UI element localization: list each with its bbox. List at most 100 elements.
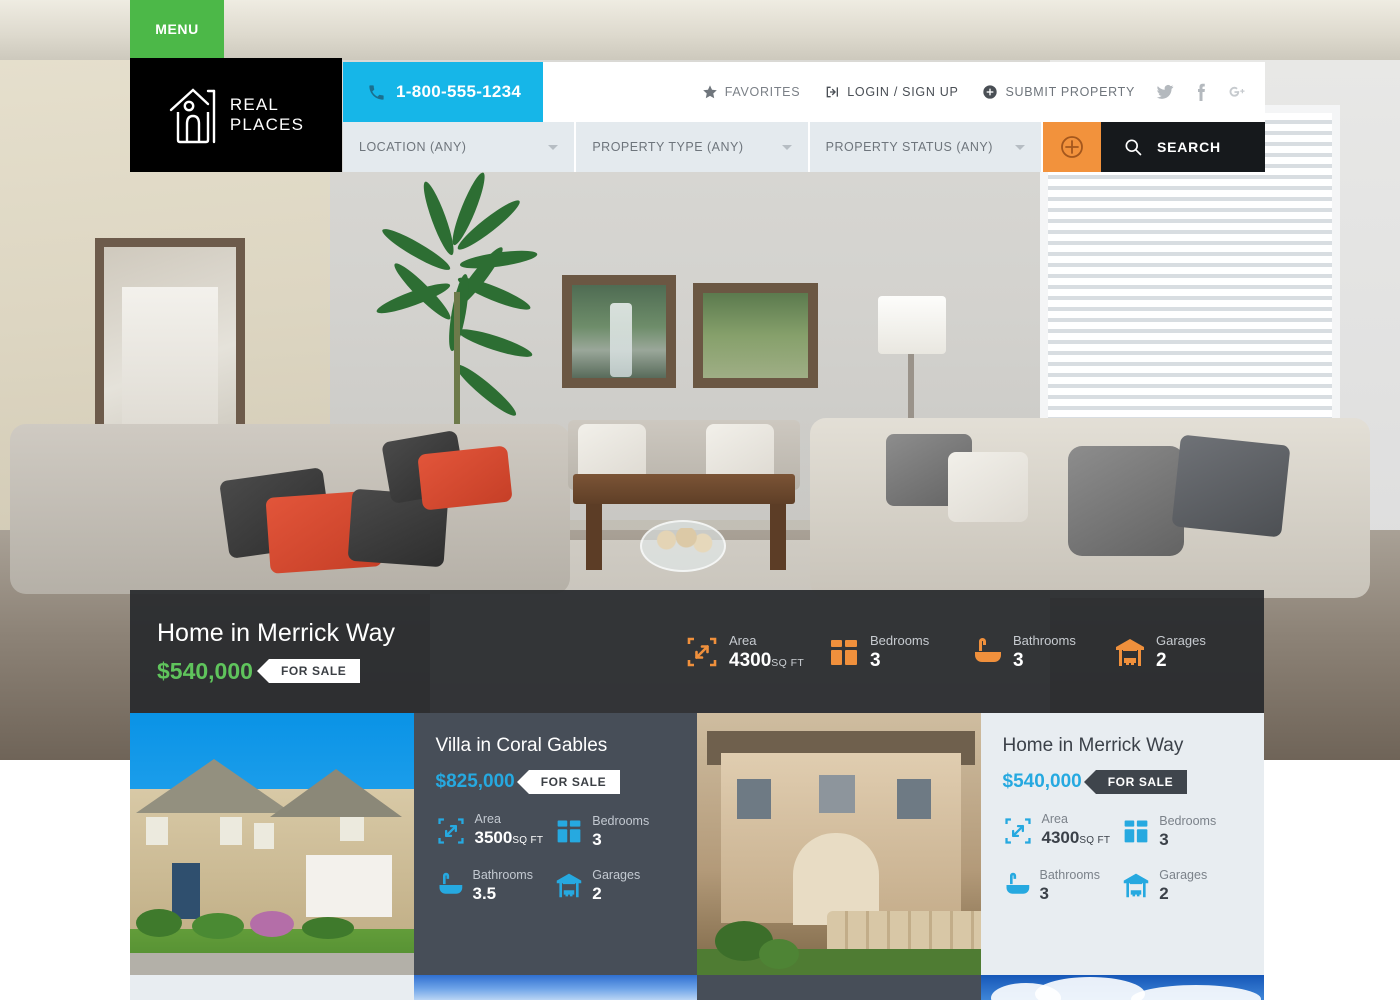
- listing-title: Home in Merrick Way: [1002, 735, 1184, 756]
- stat-garages-label: Garages: [592, 868, 641, 882]
- stat-bathrooms: Bathrooms 3.5: [436, 866, 556, 904]
- stat-bathrooms-label: Bathrooms: [1013, 632, 1076, 648]
- stat-area-label: Area: [729, 632, 757, 648]
- nav-item-favorites[interactable]: FAVORITES: [702, 84, 801, 100]
- chevron-down-icon: [548, 144, 559, 150]
- plus-circle-icon: [982, 84, 998, 100]
- featured-property-info: Home in Merrick Way $540,000 FOR SALE: [130, 619, 685, 685]
- menu-button-label: MENU: [155, 21, 199, 37]
- site-logo[interactable]: REAL PLACES: [130, 58, 342, 172]
- listing-photo-next-4[interactable]: [980, 975, 1264, 1000]
- bath-icon: [436, 871, 464, 899]
- chevron-down-icon: [781, 144, 792, 150]
- bed-icon: [828, 636, 860, 668]
- filter-location[interactable]: LOCATION (ANY): [343, 122, 577, 172]
- status-badge: FOR SALE: [1083, 770, 1188, 794]
- phone-bar[interactable]: 1-800-555-1234: [343, 62, 543, 122]
- listing-card-merrick[interactable]: Home in Merrick Way $540,000 FOR SALE Ar…: [980, 713, 1264, 975]
- search-button-label: SEARCH: [1156, 139, 1221, 155]
- stat-area-unit: SQ FT: [771, 656, 805, 669]
- stat-area-label: Area: [1041, 812, 1068, 826]
- chevron-down-icon: [1014, 144, 1025, 150]
- filter-property-status[interactable]: PROPERTY STATUS (ANY): [809, 122, 1043, 172]
- nav-label-submit-property: SUBMIT PROPERTY: [1005, 85, 1135, 99]
- stat-area-unit: SQ FT: [1079, 835, 1111, 846]
- facebook-icon[interactable]: [1195, 83, 1207, 101]
- twitter-icon[interactable]: [1155, 83, 1175, 101]
- stat-garages-value: 2: [1156, 649, 1167, 671]
- stat-bedrooms-value: 3: [592, 829, 602, 849]
- stat-bedrooms-value: 3: [870, 649, 881, 671]
- search-bar: LOCATION (ANY) PROPERTY TYPE (ANY) PROPE…: [343, 122, 1265, 172]
- stat-garages-label: Garages: [1159, 868, 1208, 882]
- login-icon: [824, 84, 840, 100]
- filter-property-type-label: PROPERTY TYPE (ANY): [592, 140, 744, 154]
- nav-label-login-signup: LOGIN / SIGN UP: [847, 85, 959, 99]
- listing-title: Villa in Coral Gables: [435, 735, 608, 756]
- garage-icon: [1122, 871, 1150, 899]
- garage-icon: [555, 871, 583, 899]
- stat-garages: Garages 2: [555, 866, 675, 904]
- top-navigation: FAVORITES LOGIN / SIGN UP SUBMIT PROPERT…: [543, 62, 1265, 122]
- status-badge: FOR SALE: [516, 770, 621, 794]
- advanced-search-button[interactable]: [1042, 122, 1101, 172]
- logo-text-line1: REAL: [229, 95, 280, 114]
- stat-bathrooms: Bathrooms 3: [1003, 866, 1123, 904]
- bed-icon: [555, 817, 583, 845]
- listing-price: $540,000: [1002, 771, 1082, 792]
- stat-bedrooms: Bedrooms 3: [1122, 810, 1242, 851]
- featured-property-banner[interactable]: Home in Merrick Way $540,000 FOR SALE Ar…: [130, 590, 1264, 713]
- stat-bathrooms-label: Bathrooms: [1039, 868, 1100, 882]
- stat-garages-value: 2: [1159, 884, 1169, 903]
- listing-card-next-3[interactable]: [697, 975, 981, 1000]
- nav-label-favorites: FAVORITES: [724, 85, 801, 99]
- googleplus-icon[interactable]: [1227, 83, 1247, 101]
- stat-bathrooms-value: 3.5: [472, 884, 497, 903]
- stat-garages: Garages 2: [1114, 632, 1257, 672]
- listings-grid: Villa in Coral Gables $825,000 FOR SALE: [130, 713, 1264, 1000]
- listing-photo-merrick[interactable]: [697, 713, 981, 975]
- nav-item-submit-property[interactable]: SUBMIT PROPERTY: [982, 84, 1135, 100]
- listing-photo-next-2[interactable]: [413, 975, 697, 1000]
- stat-bedrooms: Bedrooms 3: [828, 632, 971, 672]
- status-badge: FOR SALE: [256, 659, 361, 683]
- listing-photo-villa[interactable]: [130, 713, 414, 975]
- stat-area-label: Area: [474, 812, 501, 826]
- filter-location-label: LOCATION (ANY): [359, 140, 467, 154]
- listing-price: $825,000: [435, 771, 515, 792]
- bed-icon: [1122, 817, 1150, 845]
- stat-area-value: 3500: [474, 828, 513, 847]
- stat-garages: Garages 2: [1122, 866, 1242, 904]
- page-root: MENU REAL PLACES 1-800-555-1234 FAVORITE…: [0, 0, 1400, 1000]
- stat-area: Area 4300SQ FT: [685, 632, 828, 672]
- area-icon: [1003, 816, 1033, 846]
- stat-area-value: 4300: [729, 649, 772, 671]
- search-button[interactable]: SEARCH: [1100, 122, 1265, 172]
- stat-bedrooms-value: 3: [1159, 829, 1169, 849]
- featured-property-title: Home in Merrick Way: [157, 618, 395, 647]
- featured-property-price: $540,000: [157, 657, 253, 684]
- listing-card-next-1[interactable]: [130, 975, 414, 1000]
- menu-button[interactable]: MENU: [130, 0, 224, 58]
- stat-bathrooms: Bathrooms 3: [971, 632, 1114, 672]
- garage-icon: [1114, 636, 1146, 668]
- stat-bathrooms-value: 3: [1013, 649, 1024, 671]
- nav-item-login-signup[interactable]: LOGIN / SIGN UP: [824, 84, 958, 100]
- area-icon: [436, 816, 466, 846]
- stat-area: Area 3500SQ FT: [436, 810, 556, 851]
- stat-garages-label: Garages: [1156, 632, 1206, 648]
- house-outline-icon: [168, 84, 224, 146]
- stat-area-value: 4300: [1041, 828, 1080, 847]
- search-icon: [1123, 137, 1143, 157]
- listing-card-villa[interactable]: Villa in Coral Gables $825,000 FOR SALE: [413, 713, 697, 975]
- stat-bedrooms-label: Bedrooms: [1159, 813, 1217, 828]
- stat-bedrooms: Bedrooms 3: [555, 810, 675, 851]
- area-icon: [685, 635, 719, 669]
- plus-circle-icon: [1059, 134, 1085, 160]
- bath-icon: [1003, 871, 1031, 899]
- stat-area: Area 4300SQ FT: [1003, 810, 1123, 851]
- featured-property-stats: Area 4300SQ FT Bedrooms 3 Bathrooms 3 Ga…: [685, 632, 1264, 672]
- stat-bedrooms-label: Bedrooms: [592, 813, 650, 828]
- stat-bathrooms-value: 3: [1039, 884, 1049, 903]
- filter-property-type[interactable]: PROPERTY TYPE (ANY): [576, 122, 810, 172]
